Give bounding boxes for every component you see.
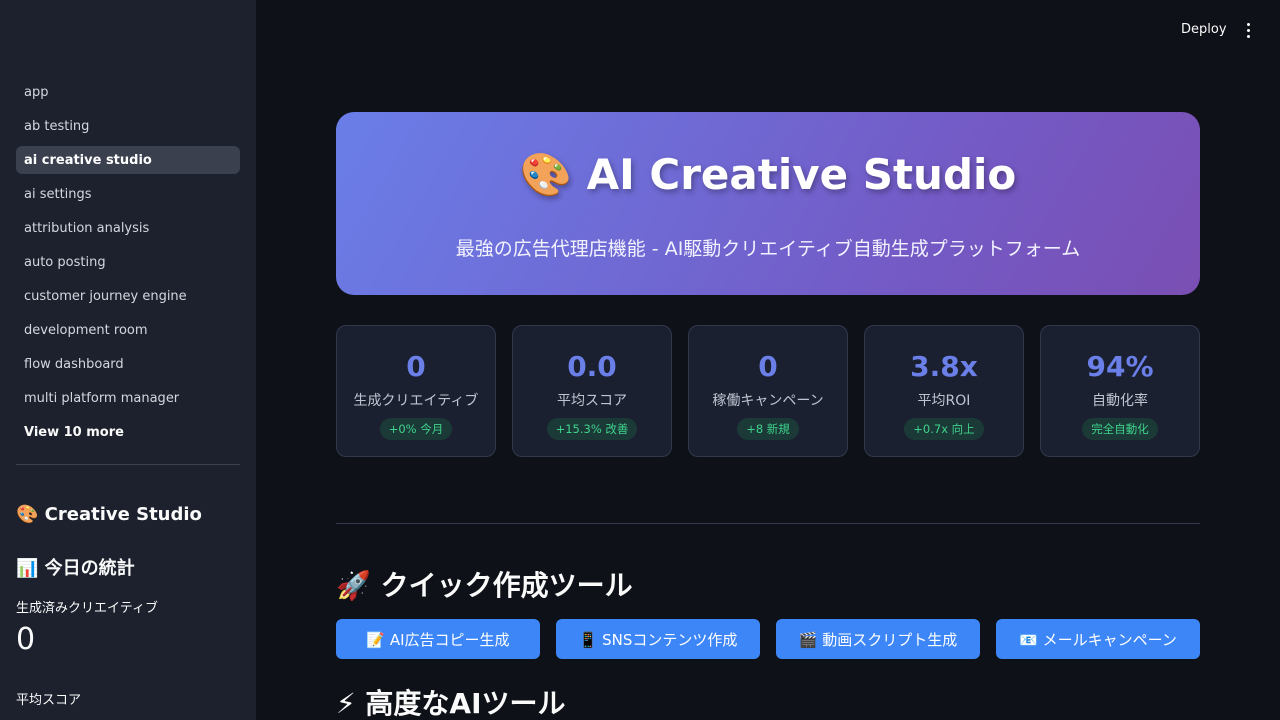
metric-label: 生成クリエイティブ: [353, 393, 479, 409]
sidebar-metric-value: 0: [16, 622, 36, 657]
ad-copy-button[interactable]: 📝 AI広告コピー生成: [336, 619, 540, 659]
main-menu-icon[interactable]: [1236, 18, 1260, 42]
metric-delta-badge: +0.7x 向上: [904, 418, 984, 440]
menu-dot: [1246, 34, 1250, 38]
metric-label: 自動化率: [1092, 393, 1148, 409]
sidebar-metric-label: 平均スコア: [16, 693, 82, 708]
sidebar-title: 🎨 Creative Studio: [16, 504, 202, 525]
metric-card: 94% 自動化率 完全自動化: [1040, 325, 1200, 457]
metric-card: 0 生成クリエイティブ +0% 今月: [336, 325, 496, 457]
sidebar-divider: [16, 464, 240, 465]
sidebar-item-customer-journey-engine[interactable]: customer journey engine: [16, 282, 240, 310]
metric-delta-badge: +15.3% 改善: [546, 418, 638, 440]
sidebar-item-app[interactable]: app: [16, 78, 240, 106]
menu-dot: [1246, 28, 1250, 32]
metric-value: 3.8x: [910, 350, 978, 383]
quick-tools-buttons: 📝 AI広告コピー生成 📱 SNSコンテンツ作成 🎬 動画スクリプト生成 📧 メ…: [336, 619, 1200, 659]
metric-delta-badge: +8 新規: [737, 418, 799, 440]
deploy-button[interactable]: Deploy: [1170, 14, 1238, 44]
menu-dot: [1246, 22, 1250, 26]
metric-value: 0.0: [567, 350, 617, 383]
sidebar-item-multi-platform-manager[interactable]: multi platform manager: [16, 384, 240, 412]
sidebar-item-ab-testing[interactable]: ab testing: [16, 112, 240, 140]
sidebar-metric-label: 生成済みクリエイティブ: [16, 601, 158, 616]
sidebar-stats-title: 📊 今日の統計: [16, 558, 135, 579]
sidebar-item-flow-dashboard[interactable]: flow dashboard: [16, 350, 240, 378]
hero-title: 🎨 AI Creative Studio: [519, 150, 1017, 199]
metric-delta-badge: +0% 今月: [379, 418, 453, 440]
sidebar-item-attribution-analysis[interactable]: attribution analysis: [16, 214, 240, 242]
metric-value: 0: [406, 350, 426, 383]
video-script-button[interactable]: 🎬 動画スクリプト生成: [776, 619, 980, 659]
metric-cards: 0 生成クリエイティブ +0% 今月 0.0 平均スコア +15.3% 改善 0…: [336, 325, 1200, 457]
metric-value: 0: [758, 350, 778, 383]
metric-label: 平均スコア: [557, 393, 627, 409]
metric-card: 3.8x 平均ROI +0.7x 向上: [864, 325, 1024, 457]
view-more-link[interactable]: View 10 more: [24, 425, 124, 440]
metric-card: 0.0 平均スコア +15.3% 改善: [512, 325, 672, 457]
metric-value: 94%: [1086, 350, 1154, 383]
sidebar-item-auto-posting[interactable]: auto posting: [16, 248, 240, 276]
section-divider: [336, 523, 1200, 524]
metric-label: 稼働キャンペーン: [712, 393, 824, 409]
sidebar-item-development-room[interactable]: development room: [16, 316, 240, 344]
sidebar-nav: app ab testing ai creative studio ai set…: [16, 78, 240, 418]
quick-tools-heading: 🚀 クイック作成ツール: [336, 569, 633, 602]
metric-card: 0 稼働キャンペーン +8 新規: [688, 325, 848, 457]
hero-banner: 🎨 AI Creative Studio 最強の広告代理店機能 - AI駆動クリ…: [336, 112, 1200, 295]
hero-subtitle: 最強の広告代理店機能 - AI駆動クリエイティブ自動生成プラットフォーム: [455, 238, 1081, 260]
metric-label: 平均ROI: [917, 393, 971, 409]
email-campaign-button[interactable]: 📧 メールキャンペーン: [996, 619, 1200, 659]
sns-content-button[interactable]: 📱 SNSコンテンツ作成: [556, 619, 760, 659]
sidebar: app ab testing ai creative studio ai set…: [0, 0, 256, 720]
metric-delta-badge: 完全自動化: [1082, 418, 1158, 440]
sidebar-item-ai-creative-studio[interactable]: ai creative studio: [16, 146, 240, 174]
sidebar-item-ai-settings[interactable]: ai settings: [16, 180, 240, 208]
advanced-tools-heading: ⚡ 高度なAIツール: [336, 687, 566, 720]
